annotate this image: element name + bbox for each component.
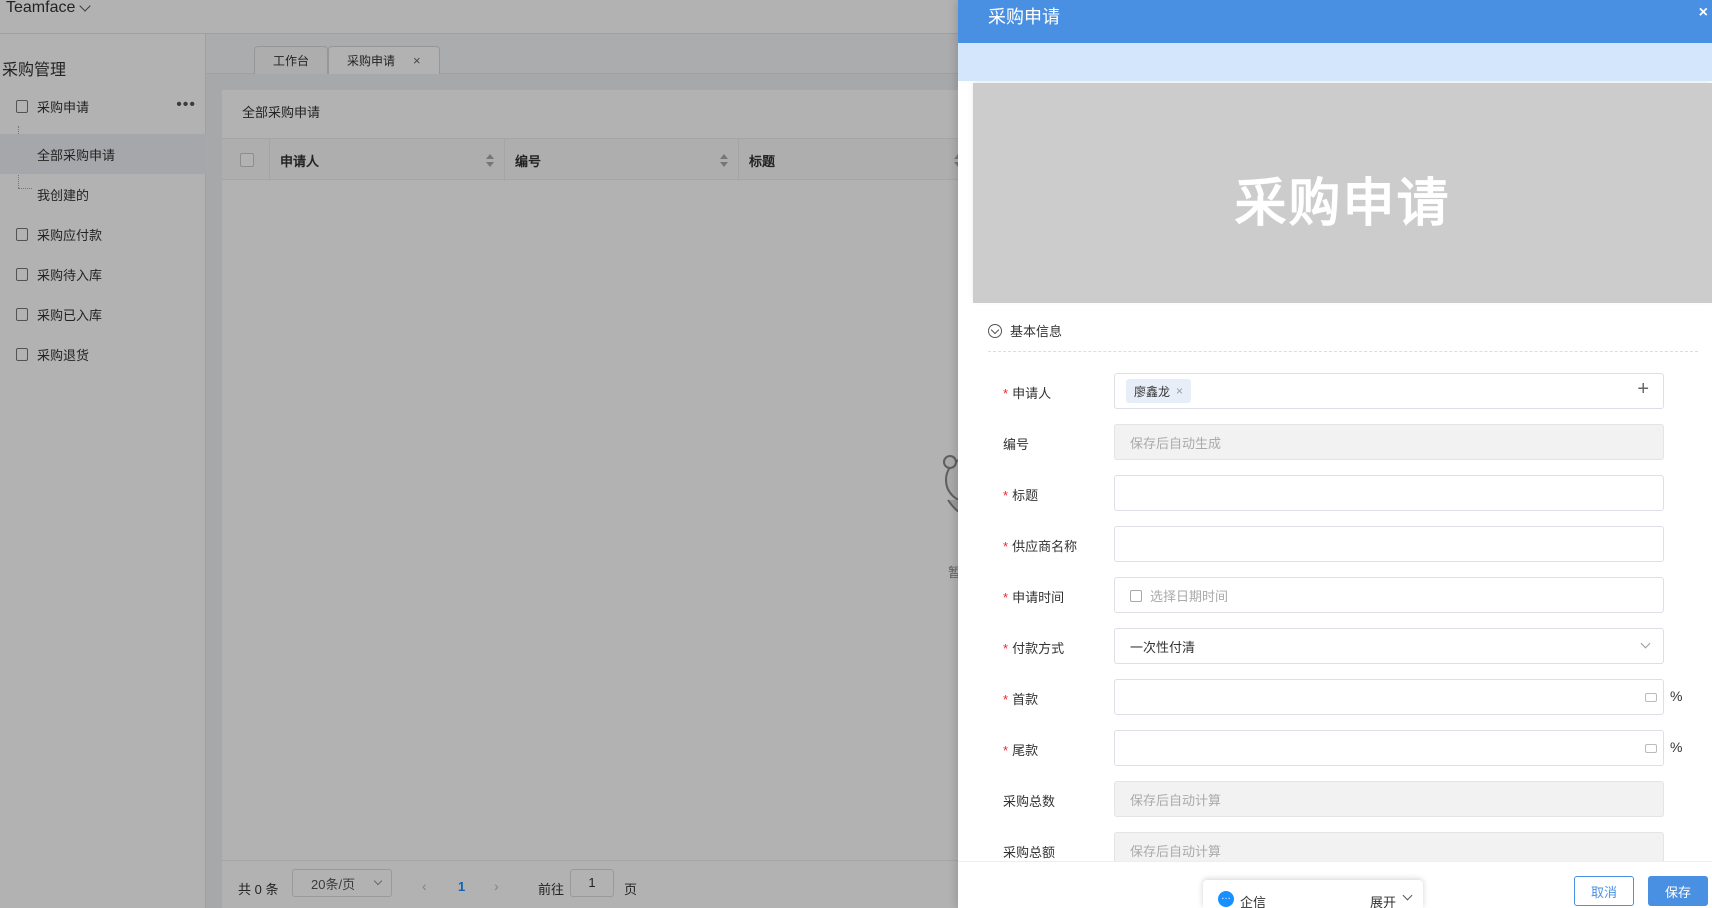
required-mark: * [1003, 590, 1009, 605]
chat-icon: … [1218, 891, 1234, 907]
calendar-icon [1130, 590, 1142, 602]
field-label: * 标题 [1003, 485, 1038, 504]
field-label: 编号 [1003, 437, 1030, 452]
field-placeholder: 选择日期时间 [1150, 588, 1229, 604]
required-mark: * [1003, 539, 1009, 554]
field-down-payment: * 首款 % [958, 679, 1712, 715]
field-label: * 供应商名称 [1003, 536, 1077, 555]
drawer-strip [958, 43, 1712, 81]
form-banner: 采购申请 [973, 83, 1712, 303]
field-label: * 首款 [1003, 689, 1038, 708]
field-supplier: * 供应商名称 [958, 526, 1712, 562]
chevron-down-icon [1402, 890, 1413, 901]
field-label: * 申请人 [1003, 383, 1051, 402]
field-apply-time: * 申请时间 选择日期时间 [958, 577, 1712, 613]
field-label: 采购总额 [1003, 845, 1056, 860]
required-mark: * [1003, 386, 1009, 401]
total-quantity-field: 保存后自动计算 [1114, 781, 1664, 817]
section-basic-info[interactable]: 基本信息 [988, 321, 1062, 340]
number-field: 保存后自动生成 [1114, 424, 1664, 460]
close-icon[interactable]: × [1699, 4, 1708, 22]
total-amount-field: 保存后自动计算 [1114, 832, 1664, 861]
required-mark: * [1003, 641, 1009, 656]
chat-expand-button[interactable]: 展开 [1370, 892, 1396, 908]
percent-suffix: % [1670, 688, 1683, 704]
field-label: 采购总数 [1003, 794, 1056, 809]
final-payment-input[interactable] [1114, 730, 1664, 766]
drawer-title: 采购申请 [988, 7, 1060, 27]
down-payment-input[interactable] [1114, 679, 1664, 715]
remove-tag-icon[interactable]: × [1176, 384, 1183, 398]
field-placeholder: 保存后自动生成 [1130, 435, 1222, 451]
section-divider [988, 351, 1698, 352]
number-input-icon [1645, 693, 1657, 702]
chevron-down-icon [1640, 638, 1651, 649]
banner-title: 采购申请 [1234, 175, 1451, 233]
payment-method-select[interactable]: 一次性付清 [1114, 628, 1664, 664]
drawer-body: 采购申请 基本信息 * 申请人 廖鑫龙 × + 编号 保存后自动生成 * 标题 … [958, 81, 1712, 861]
add-icon[interactable]: + [1637, 378, 1649, 401]
field-label: * 付款方式 [1003, 638, 1064, 657]
purchase-request-drawer: 采购申请 × 采购申请 基本信息 * 申请人 廖鑫龙 × + 编号 保存后自动生… [958, 0, 1712, 908]
applicant-tag: 廖鑫龙 × [1126, 379, 1192, 403]
field-total-amount: 采购总额 保存后自动计算 [958, 832, 1712, 861]
save-button[interactable]: 保存 [1648, 876, 1708, 906]
field-number: 编号 保存后自动生成 [958, 424, 1712, 460]
field-label: * 申请时间 [1003, 587, 1064, 606]
required-mark: * [1003, 692, 1009, 707]
chat-widget[interactable]: … 企信 展开 [1203, 880, 1423, 908]
field-placeholder: 保存后自动计算 [1130, 843, 1222, 859]
field-final-payment: * 尾款 % [958, 730, 1712, 766]
tag-label: 廖鑫龙 [1134, 384, 1171, 399]
apply-time-picker[interactable]: 选择日期时间 [1114, 577, 1664, 613]
field-label-text: 首款 [1012, 692, 1039, 707]
field-label-text: 标题 [1012, 488, 1039, 503]
required-mark: * [1003, 488, 1009, 503]
required-mark: * [1003, 743, 1009, 758]
title-input[interactable] [1114, 475, 1664, 511]
field-total-quantity: 采购总数 保存后自动计算 [958, 781, 1712, 817]
percent-suffix: % [1670, 739, 1683, 755]
field-applicant: * 申请人 廖鑫龙 × + [958, 373, 1712, 409]
field-value: 一次性付清 [1130, 639, 1196, 655]
chat-label: 企信 [1240, 895, 1267, 908]
field-label-text: 尾款 [1012, 743, 1039, 758]
collapse-icon [988, 323, 1002, 338]
supplier-input[interactable] [1114, 526, 1664, 562]
field-payment-method: * 付款方式 一次性付清 [958, 628, 1712, 664]
field-label-text: 申请时间 [1012, 590, 1065, 605]
field-title: * 标题 [958, 475, 1712, 511]
section-title: 基本信息 [1010, 324, 1063, 339]
field-label-text: 申请人 [1012, 386, 1052, 401]
field-label: * 尾款 [1003, 740, 1038, 759]
field-placeholder: 保存后自动计算 [1130, 792, 1222, 808]
field-label-text: 供应商名称 [1012, 539, 1078, 554]
applicant-field[interactable]: 廖鑫龙 × + [1114, 373, 1664, 409]
drawer-header: 采购申请 × [958, 0, 1712, 43]
field-label-text: 付款方式 [1012, 641, 1065, 656]
number-input-icon [1645, 744, 1657, 753]
cancel-button[interactable]: 取消 [1574, 876, 1634, 906]
